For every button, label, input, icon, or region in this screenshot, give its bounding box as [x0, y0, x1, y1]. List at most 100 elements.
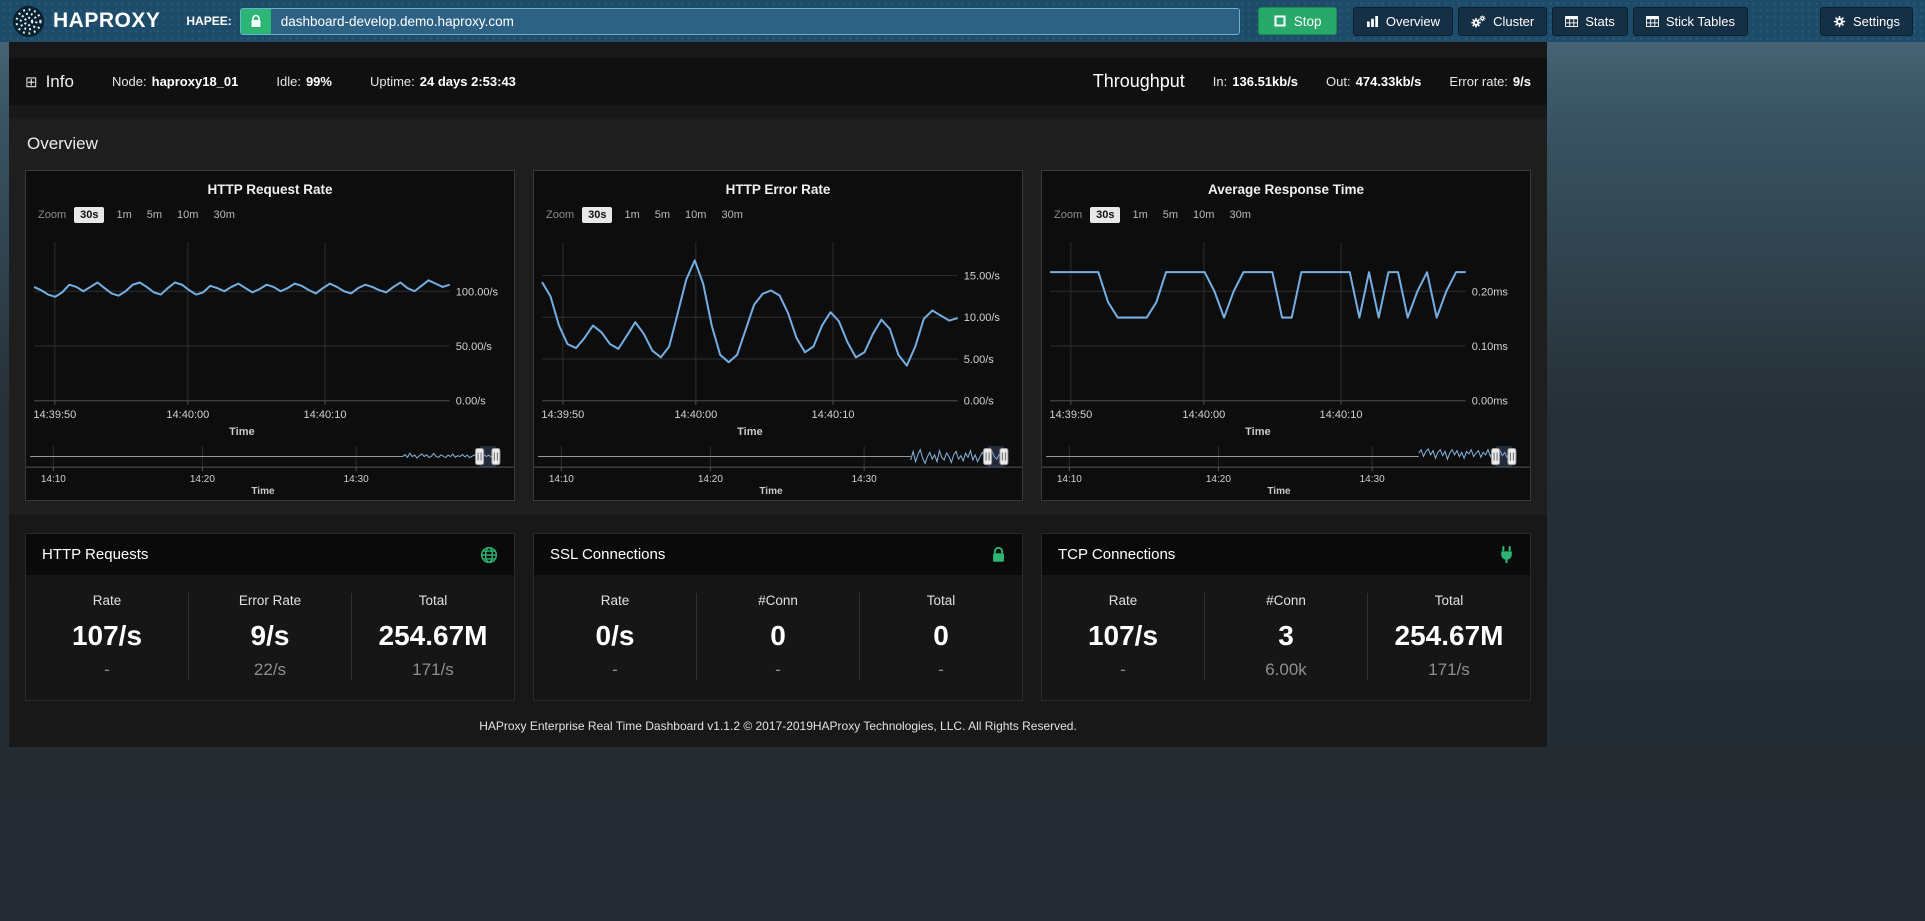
content-wrapper: ⊞ Info Node:haproxy18_01 Idle:99% Uptime… [9, 42, 1547, 747]
stop-button[interactable]: Stop [1258, 7, 1338, 35]
nav-stats-button[interactable]: Stats [1552, 7, 1628, 36]
throughput-group: Throughput In:136.51kb/s Out:474.33kb/s … [1093, 71, 1531, 92]
stat-subvalue: - [534, 660, 696, 680]
chart-panel-average-response-time: Average Response Time Zoom 30s1m5m10m30m… [1041, 170, 1531, 501]
zoom-option-10m[interactable]: 10m [1190, 207, 1217, 223]
stat-subvalue: 171/s [1368, 660, 1530, 680]
cards-row: HTTP Requests Rate107/s-Error Rate9/s22/… [9, 533, 1547, 701]
card-tcp-connections: TCP Connections Rate107/s-#Conn36.00kTot… [1041, 533, 1531, 701]
svg-text:15.00/s: 15.00/s [964, 270, 1001, 282]
svg-text:100.00/s: 100.00/s [456, 286, 499, 298]
nav-label: Stick Tables [1666, 14, 1735, 29]
stat-value: 0/s [534, 620, 696, 652]
zoom-label: Zoom [546, 209, 574, 221]
navigator-handle[interactable] [1508, 448, 1516, 464]
stop-icon [1274, 15, 1286, 27]
zoom-option-30s[interactable]: 30s [74, 207, 104, 223]
zoom-option-1m[interactable]: 1m [621, 207, 642, 223]
zoom-option-1m[interactable]: 1m [1129, 207, 1150, 223]
throughput-out: Out:474.33kb/s [1326, 74, 1421, 89]
url-input[interactable] [271, 9, 1239, 34]
chart-title: Average Response Time [1042, 182, 1530, 197]
stat-subvalue: 6.00k [1205, 660, 1367, 680]
zoom-option-30s[interactable]: 30s [1090, 207, 1120, 223]
stat-column: Rate107/s- [26, 593, 188, 680]
stat-subvalue: - [26, 660, 188, 680]
svg-text:50.00/s: 50.00/s [456, 341, 493, 353]
card-header: TCP Connections [1042, 534, 1530, 575]
brand-title: HAPROXY [53, 9, 160, 33]
svg-text:Time: Time [759, 486, 783, 495]
address-bar [240, 8, 1240, 35]
settings-label: Settings [1853, 14, 1900, 29]
svg-text:14:30: 14:30 [344, 474, 369, 485]
settings-button[interactable]: Settings [1820, 7, 1913, 36]
navigator-handle[interactable] [1492, 448, 1500, 464]
chart-panel-http-request-rate: HTTP Request Rate Zoom 30s1m5m10m30m 100… [25, 170, 515, 501]
stat-subvalue: - [1042, 660, 1204, 680]
lock-icon [991, 546, 1006, 563]
throughput-title: Throughput [1093, 71, 1185, 92]
zoom-option-10m[interactable]: 10m [174, 207, 201, 223]
zoom-option-1m[interactable]: 1m [113, 207, 134, 223]
svg-text:0.10ms: 0.10ms [1472, 341, 1509, 353]
info-label: Info [46, 72, 74, 92]
nav-stick-tables-button[interactable]: Stick Tables [1633, 7, 1748, 36]
zoom-option-30m[interactable]: 30m [718, 207, 745, 223]
zoom-option-30s[interactable]: 30s [582, 207, 612, 223]
svg-text:14:20: 14:20 [698, 474, 723, 485]
nav-label: Stats [1585, 14, 1615, 29]
zoom-option-5m[interactable]: 5m [144, 207, 165, 223]
globe-icon [480, 546, 498, 564]
node-info: Node:haproxy18_01 [112, 74, 238, 89]
error-rate-info: Error rate:9/s [1449, 74, 1531, 89]
navigator-handle[interactable] [476, 448, 484, 464]
nav-overview-button[interactable]: Overview [1353, 7, 1453, 36]
top-bar: HAPROXY HAPEE: Stop [0, 0, 1925, 42]
zoom-options: 30s 1m 5m 10m 30m [74, 207, 238, 223]
info-toggle[interactable]: ⊞ Info [25, 72, 74, 92]
card-ssl-connections: SSL Connections Rate0/s-#Conn0-Total0- [533, 533, 1023, 701]
gear-icon [1833, 15, 1846, 28]
chart-navigator[interactable]: 14:1014:2014:30Time [26, 443, 514, 495]
navigator-handle[interactable] [984, 448, 992, 464]
svg-text:0.00/s: 0.00/s [964, 396, 995, 408]
stat-column: Error Rate9/s22/s [188, 593, 351, 680]
svg-text:14:10: 14:10 [41, 474, 66, 485]
stat-column: #Conn0- [696, 593, 859, 680]
zoom-option-30m[interactable]: 30m [1226, 207, 1253, 223]
zoom-options: 30s 1m 5m 10m 30m [1090, 207, 1254, 223]
stop-label: Stop [1294, 14, 1322, 29]
stat-column: Total254.67M171/s [351, 593, 514, 680]
chart-navigator[interactable]: 14:1014:2014:30Time [1042, 443, 1530, 495]
svg-text:14:20: 14:20 [190, 474, 215, 485]
zoom-option-30m[interactable]: 30m [210, 207, 237, 223]
stat-value: 107/s [1042, 620, 1204, 652]
svg-text:Time: Time [737, 426, 763, 438]
svg-text:14:10: 14:10 [1057, 474, 1082, 485]
svg-text:0.00ms: 0.00ms [1472, 396, 1509, 408]
svg-text:14:40:10: 14:40:10 [1320, 409, 1363, 421]
haproxy-logo [12, 5, 45, 38]
card-http-requests: HTTP Requests Rate107/s-Error Rate9/s22/… [25, 533, 515, 701]
zoom-option-5m[interactable]: 5m [1160, 207, 1181, 223]
overview-section: Overview HTTP Request Rate Zoom 30s1m5m1… [9, 118, 1547, 515]
navigator-handle[interactable] [1000, 448, 1008, 464]
zoom-option-10m[interactable]: 10m [682, 207, 709, 223]
svg-text:5.00/s: 5.00/s [964, 354, 995, 366]
zoom-label: Zoom [38, 209, 66, 221]
chart-title: HTTP Error Rate [534, 182, 1022, 197]
card-title: TCP Connections [1058, 546, 1175, 563]
stat-column: #Conn36.00k [1204, 593, 1367, 680]
stat-value: 107/s [26, 620, 188, 652]
stat-value: 0 [860, 620, 1022, 652]
nav-cluster-button[interactable]: Cluster [1458, 7, 1547, 36]
zoom-option-5m[interactable]: 5m [652, 207, 673, 223]
main-chart: 100.00/s50.00/s0.00/s14:39:5014:40:0014:… [26, 228, 514, 441]
svg-text:14:39:50: 14:39:50 [541, 409, 584, 421]
svg-text:14:10: 14:10 [549, 474, 574, 485]
chart-navigator[interactable]: 14:1014:2014:30Time [534, 443, 1022, 495]
charts-row: HTTP Request Rate Zoom 30s1m5m10m30m 100… [25, 170, 1531, 501]
svg-text:14:20: 14:20 [1206, 474, 1231, 485]
navigator-handle[interactable] [492, 448, 500, 464]
